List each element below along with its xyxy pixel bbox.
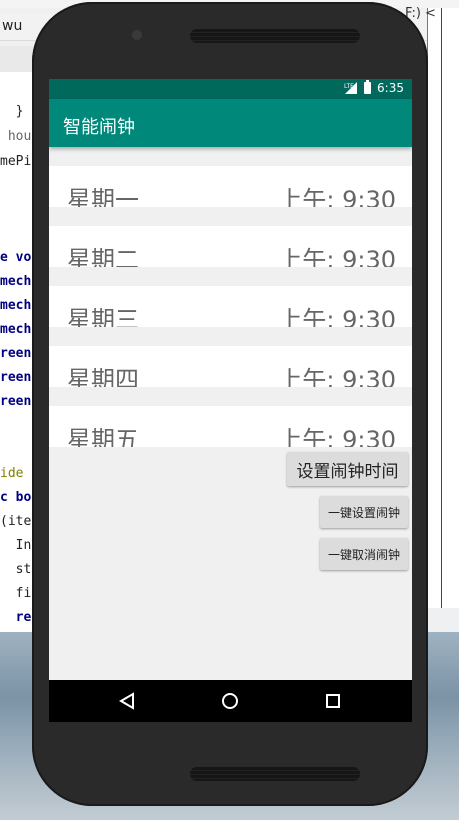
code-line: (ite [0, 514, 32, 529]
front-camera [132, 30, 142, 40]
signal-label: LTE [344, 83, 354, 90]
alarm-time-label: 上午: 9:30 [278, 366, 396, 387]
cancel-all-alarms-button[interactable]: 一键取消闹钟 [320, 538, 408, 570]
app-bar: 智能闹钟 [49, 99, 412, 147]
alarm-day-label: 星期五 [67, 426, 139, 447]
alarm-day-label: 星期三 [67, 306, 139, 327]
ide-right-panel-inner [441, 8, 459, 608]
phone-screen: LTE 6:35 智能闹钟 星期一 上午: 9:30 星期二 上午: 9:30 星期三上… [49, 79, 412, 722]
code-line: reen [0, 394, 32, 409]
alarm-row[interactable]: 星期三 上午: 9:30 [49, 286, 412, 327]
code-line: hou [0, 129, 32, 144]
alarm-row[interactable]: 星期二 上午: 9:30 [49, 226, 412, 267]
code-line: mech [0, 322, 32, 337]
status-bar: LTE 6:35 [49, 79, 412, 99]
set-all-alarms-button[interactable]: 一键设置闹钟 [320, 496, 408, 528]
home-icon[interactable] [221, 692, 239, 710]
alarm-day-label: 星期二 [67, 246, 139, 267]
code-line: mech [0, 298, 32, 313]
recents-icon[interactable] [325, 693, 341, 709]
code-line: re [0, 610, 32, 625]
bottom-speaker-grille [190, 767, 360, 781]
app-title: 智能闹钟 [63, 117, 135, 138]
alarm-day-label: 星期一 [67, 186, 139, 207]
signal-icon: LTE [344, 82, 358, 94]
code-line: reen [0, 346, 32, 361]
set-alarm-time-button[interactable]: 设置闹钟时间 [287, 452, 408, 486]
code-line: reen [0, 370, 32, 385]
code-line: e vo [0, 250, 32, 265]
alarm-day-label: 星期四 [67, 366, 139, 387]
back-icon[interactable] [119, 692, 135, 710]
status-time: 6:35 [377, 81, 404, 95]
navigation-bar [49, 680, 412, 722]
alarm-time-label: 上午: 9:30 [278, 246, 396, 267]
ide-breadcrumb-text[interactable]: wu [2, 18, 22, 34]
code-line: mech [0, 274, 32, 289]
alarm-row[interactable]: 星期四 上午: 9:30 [49, 346, 412, 387]
code-line: ide [0, 466, 24, 481]
alarm-time-label: 上午: 9:30 [278, 186, 396, 207]
alarm-row[interactable]: 星期五 上午: 9:30 [49, 406, 412, 447]
alarm-time-label: 上午: 9:30 [278, 306, 396, 327]
battery-icon [364, 80, 372, 94]
alarm-time-label: 上午: 9:30 [278, 426, 396, 447]
code-line: } [0, 104, 24, 119]
top-speaker-grille [190, 29, 360, 43]
alarm-row[interactable]: 星期一 上午: 9:30 [49, 166, 412, 207]
